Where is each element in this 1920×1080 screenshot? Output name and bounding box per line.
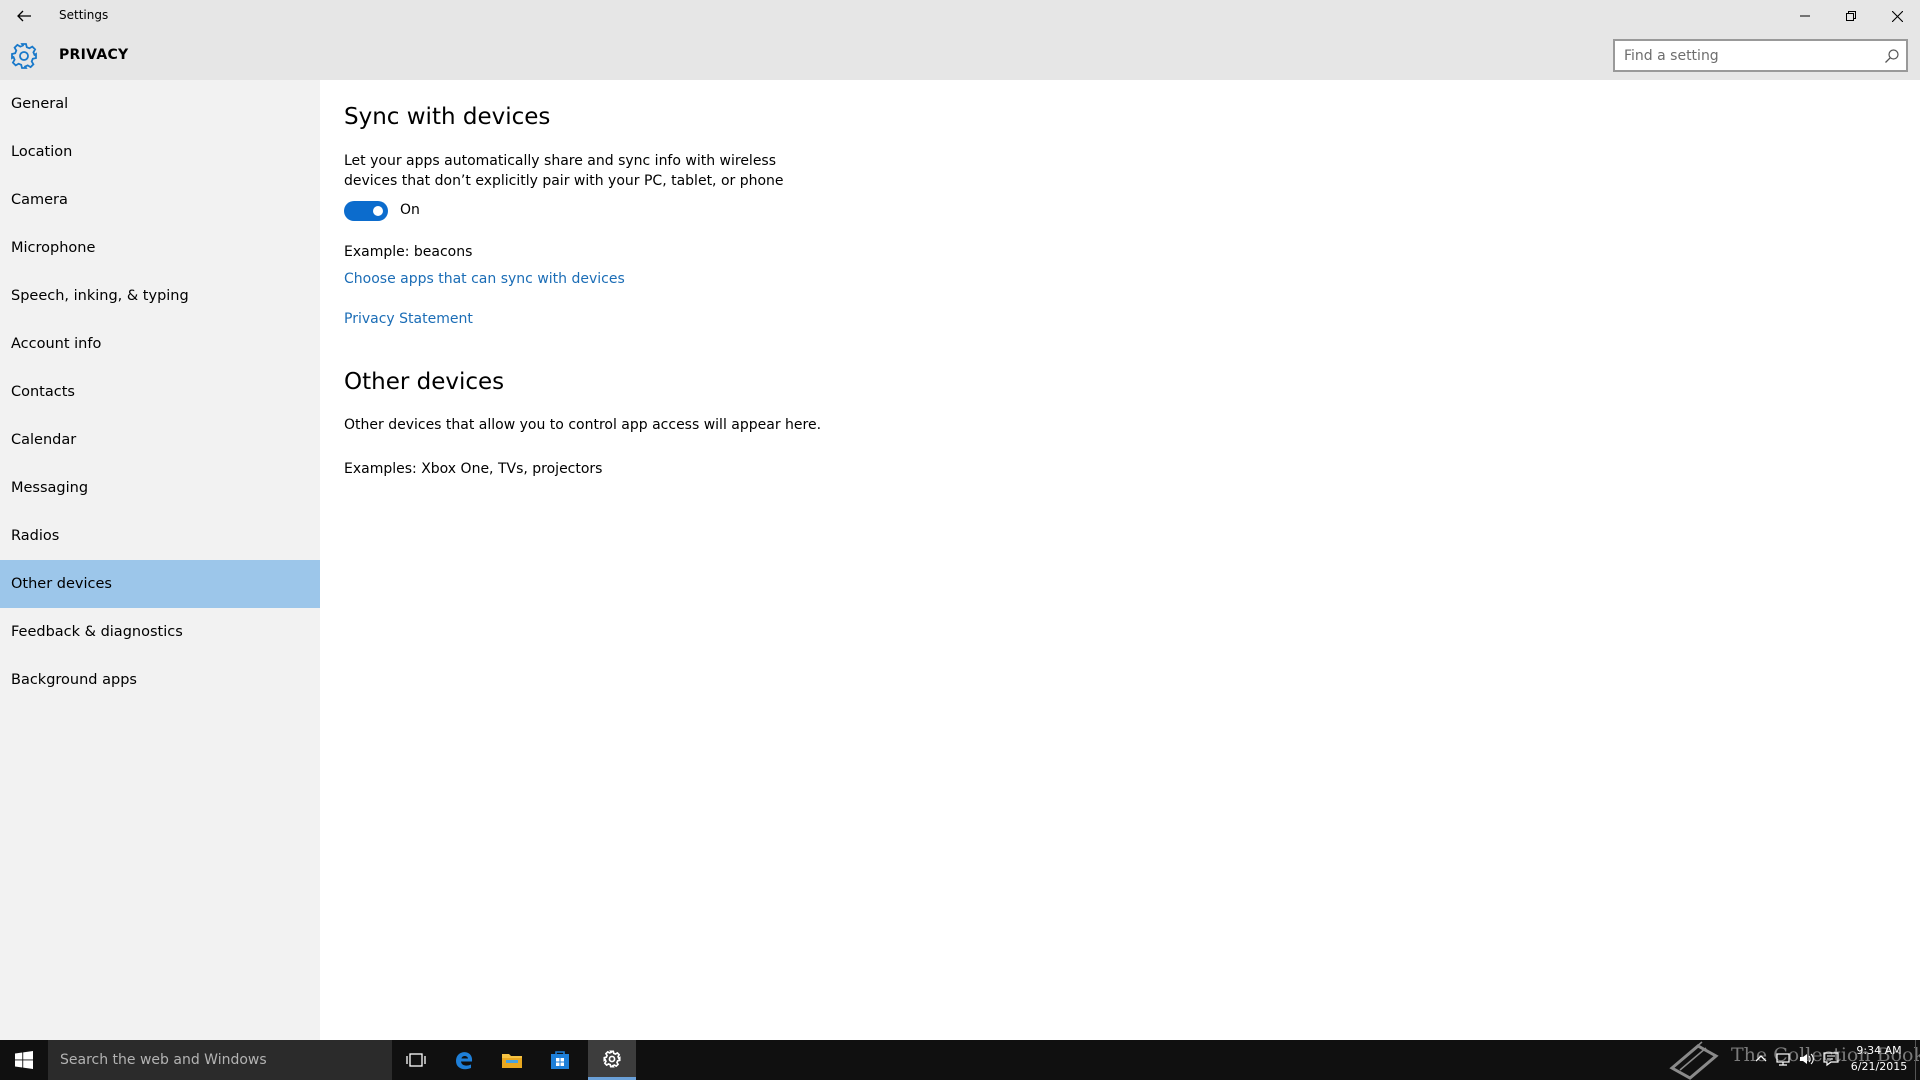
choose-apps-link[interactable]: Choose apps that can sync with devices [344, 271, 625, 287]
windows-logo-icon [15, 1051, 33, 1069]
window-title: Settings [59, 8, 109, 22]
file-explorer-icon [502, 1054, 522, 1068]
sidebar-item-radios[interactable]: Radios [0, 512, 320, 560]
clock-date: 6/21/2015 [1850, 1060, 1908, 1073]
example-text: Example: beacons [344, 244, 473, 260]
back-button[interactable] [0, 0, 48, 32]
notifications-icon[interactable] [1822, 1050, 1840, 1068]
task-view-button[interactable] [392, 1040, 440, 1080]
close-icon [1891, 10, 1903, 22]
taskbar-clock[interactable]: 9:34 AM 6/21/2015 [1845, 1043, 1913, 1075]
sidebar-item-background-apps[interactable]: Background apps [0, 656, 320, 704]
page-title: PRIVACY [59, 47, 129, 63]
search-input[interactable] [1615, 41, 1875, 70]
minimize-icon [1800, 15, 1810, 17]
settings-icon [603, 1049, 621, 1068]
gear-icon [11, 43, 37, 69]
edge-button[interactable] [440, 1040, 488, 1080]
page-header: PRIVACY [0, 32, 1920, 80]
book-icon [1669, 1041, 1719, 1080]
back-arrow-icon [17, 10, 31, 22]
volume-icon[interactable] [1798, 1050, 1816, 1068]
sidebar-item-other-devices[interactable]: Other devices [0, 560, 320, 608]
settings-taskbar-button[interactable] [588, 1040, 636, 1080]
search-icon[interactable] [1884, 48, 1900, 64]
sidebar-item-location[interactable]: Location [0, 128, 320, 176]
sidebar-item-general[interactable]: General [0, 80, 320, 128]
clock-time: 9:34 AM [1856, 1044, 1902, 1057]
network-icon[interactable] [1774, 1050, 1792, 1068]
title-bar: Settings [0, 0, 1920, 32]
other-devices-examples: Examples: Xbox One, TVs, projectors [344, 461, 603, 477]
minimize-button[interactable] [1782, 0, 1828, 32]
task-view-icon [406, 1053, 426, 1067]
toggle-knob [373, 206, 383, 216]
sync-description-line-1: Let your apps automatically share and sy… [344, 153, 777, 169]
sidebar-item-microphone[interactable]: Microphone [0, 224, 320, 272]
edge-icon [456, 1052, 473, 1070]
maximize-icon [1846, 11, 1856, 21]
sidebar: General Location Camera Microphone Speec… [0, 80, 320, 1040]
close-button[interactable] [1874, 0, 1920, 32]
sidebar-item-contacts[interactable]: Contacts [0, 368, 320, 416]
store-icon [551, 1051, 569, 1069]
start-button[interactable] [0, 1040, 48, 1080]
toggle-state-label: On [400, 202, 420, 218]
taskbar: Search the web and Windows The Collectio… [0, 1040, 1920, 1080]
privacy-statement-link[interactable]: Privacy Statement [344, 311, 473, 327]
search-box[interactable] [1613, 39, 1908, 72]
sync-toggle[interactable] [344, 201, 388, 221]
sidebar-item-speech[interactable]: Speech, inking, & typing [0, 272, 320, 320]
sync-description-line-2: devices that don’t explicitly pair with … [344, 173, 784, 189]
sidebar-item-account-info[interactable]: Account info [0, 320, 320, 368]
sidebar-item-feedback-diagnostics[interactable]: Feedback & diagnostics [0, 608, 320, 656]
chevron-up-icon[interactable] [1752, 1050, 1770, 1068]
store-button[interactable] [536, 1040, 584, 1080]
sidebar-item-messaging[interactable]: Messaging [0, 464, 320, 512]
other-devices-description: Other devices that allow you to control … [344, 417, 822, 433]
taskbar-search[interactable]: Search the web and Windows [48, 1040, 392, 1080]
other-devices-heading: Other devices [344, 369, 505, 395]
show-desktop-button[interactable] [1915, 1040, 1916, 1080]
sidebar-item-camera[interactable]: Camera [0, 176, 320, 224]
sync-heading: Sync with devices [344, 104, 551, 130]
sidebar-item-calendar[interactable]: Calendar [0, 416, 320, 464]
maximize-button[interactable] [1828, 0, 1874, 32]
file-explorer-button[interactable] [488, 1040, 536, 1080]
